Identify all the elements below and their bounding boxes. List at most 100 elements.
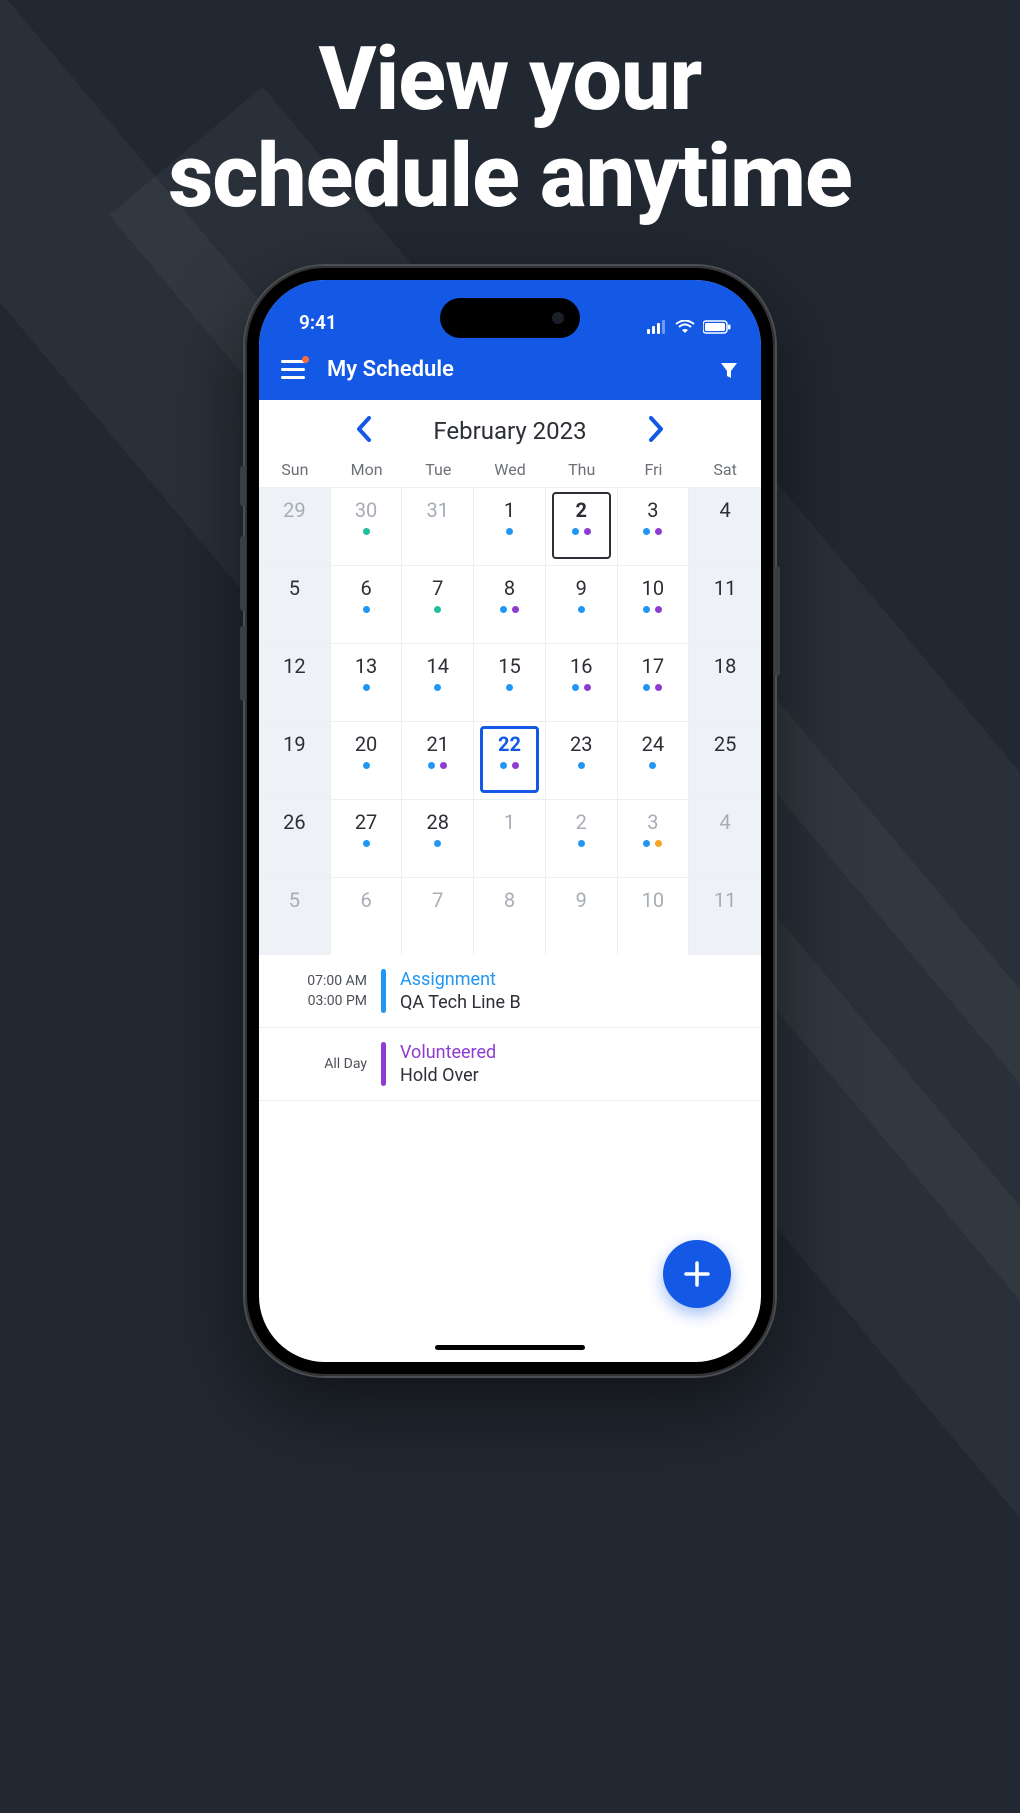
weekday-label: Sat — [689, 460, 761, 479]
day-cell[interactable]: 25 — [689, 721, 761, 799]
day-cell[interactable]: 1 — [474, 487, 546, 565]
add-button[interactable] — [663, 1240, 731, 1308]
day-number: 30 — [355, 498, 377, 522]
day-number: 21 — [427, 732, 449, 756]
day-number: 29 — [283, 498, 305, 522]
headline-line-1: View your — [319, 28, 702, 131]
day-cell[interactable]: 2 — [546, 487, 618, 565]
day-number: 14 — [427, 654, 449, 678]
day-number: 20 — [355, 732, 377, 756]
day-cell[interactable]: 9 — [546, 877, 618, 955]
day-cell[interactable]: 19 — [259, 721, 331, 799]
menu-button[interactable] — [281, 360, 305, 379]
day-cell[interactable]: 23 — [546, 721, 618, 799]
day-cell[interactable]: 6 — [331, 565, 403, 643]
day-cell[interactable]: 5 — [259, 877, 331, 955]
phone-frame: 9:41 My Schedule — [245, 266, 775, 1376]
day-number: 27 — [355, 810, 377, 834]
day-number: 13 — [355, 654, 377, 678]
day-cell[interactable]: 5 — [259, 565, 331, 643]
day-cell[interactable]: 13 — [331, 643, 403, 721]
day-number: 16 — [570, 654, 592, 678]
event-dot-icon — [363, 684, 370, 691]
event-list: 07:00 AM03:00 PMAssignmentQA Tech Line B… — [259, 955, 761, 1101]
day-cell[interactable]: 21 — [402, 721, 474, 799]
event-dots — [434, 606, 441, 614]
day-cell[interactable]: 14 — [402, 643, 474, 721]
day-cell[interactable]: 31 — [402, 487, 474, 565]
day-cell[interactable]: 16 — [546, 643, 618, 721]
event-color-bar — [381, 969, 386, 1013]
day-cell[interactable]: 11 — [689, 877, 761, 955]
day-number: 28 — [427, 810, 449, 834]
event-dot-icon — [440, 762, 447, 769]
day-cell[interactable]: 17 — [618, 643, 690, 721]
day-cell[interactable]: 10 — [618, 565, 690, 643]
day-cell[interactable]: 9 — [546, 565, 618, 643]
event-dot-icon — [643, 528, 650, 535]
event-dot-icon — [363, 606, 370, 613]
day-cell[interactable]: 27 — [331, 799, 403, 877]
plus-icon — [682, 1259, 712, 1289]
month-label: February 2023 — [433, 417, 586, 445]
day-cell[interactable]: 20 — [331, 721, 403, 799]
next-month-button[interactable] — [647, 416, 665, 446]
event-dots — [363, 762, 370, 770]
day-cell[interactable]: 15 — [474, 643, 546, 721]
day-cell[interactable]: 7 — [402, 877, 474, 955]
event-dots — [578, 762, 585, 770]
calendar-grid: 2930311234567891011121314151617181920212… — [259, 487, 761, 955]
notification-dot-icon — [302, 356, 309, 363]
day-cell[interactable]: 8 — [474, 877, 546, 955]
event-dot-icon — [655, 840, 662, 847]
day-cell[interactable]: 11 — [689, 565, 761, 643]
event-dots — [363, 606, 370, 614]
day-cell[interactable]: 4 — [689, 799, 761, 877]
day-cell[interactable]: 8 — [474, 565, 546, 643]
day-cell[interactable]: 2 — [546, 799, 618, 877]
day-cell[interactable]: 6 — [331, 877, 403, 955]
day-cell[interactable]: 3 — [618, 487, 690, 565]
event-dot-icon — [643, 684, 650, 691]
day-cell[interactable]: 3 — [618, 799, 690, 877]
day-number: 19 — [283, 732, 305, 756]
event-dot-icon — [655, 528, 662, 535]
day-cell[interactable]: 26 — [259, 799, 331, 877]
day-cell[interactable]: 24 — [618, 721, 690, 799]
day-cell[interactable]: 12 — [259, 643, 331, 721]
marketing-headline: View your schedule anytime — [0, 0, 1020, 226]
filter-button[interactable] — [719, 360, 739, 380]
event-dot-icon — [363, 528, 370, 535]
day-cell[interactable]: 29 — [259, 487, 331, 565]
event-dot-icon — [655, 606, 662, 613]
event-dots — [572, 528, 591, 536]
event-row[interactable]: All DayVolunteeredHold Over — [259, 1028, 761, 1101]
day-cell[interactable]: 10 — [618, 877, 690, 955]
event-row[interactable]: 07:00 AM03:00 PMAssignmentQA Tech Line B — [259, 955, 761, 1028]
day-cell[interactable]: 4 — [689, 487, 761, 565]
day-cell[interactable]: 18 — [689, 643, 761, 721]
day-number: 17 — [642, 654, 664, 678]
day-number: 8 — [504, 888, 515, 912]
day-number: 31 — [427, 498, 449, 522]
day-number: 1 — [504, 810, 515, 834]
day-number: 5 — [289, 888, 300, 912]
event-dot-icon — [584, 528, 591, 535]
event-subtitle: QA Tech Line B — [400, 992, 521, 1013]
day-number: 5 — [289, 576, 300, 600]
prev-month-button[interactable] — [355, 416, 373, 446]
day-cell[interactable]: 1 — [474, 799, 546, 877]
weekday-label: Thu — [546, 460, 618, 479]
day-cell[interactable]: 7 — [402, 565, 474, 643]
event-dots — [643, 840, 662, 848]
event-dot-icon — [643, 606, 650, 613]
event-body: AssignmentQA Tech Line B — [400, 969, 521, 1013]
event-dots — [428, 762, 447, 770]
day-cell[interactable]: 28 — [402, 799, 474, 877]
event-dots — [572, 684, 591, 692]
day-number: 3 — [647, 498, 658, 522]
day-number: 26 — [283, 810, 305, 834]
day-number: 6 — [360, 888, 371, 912]
day-cell[interactable]: 30 — [331, 487, 403, 565]
day-cell[interactable]: 22 — [474, 721, 546, 799]
